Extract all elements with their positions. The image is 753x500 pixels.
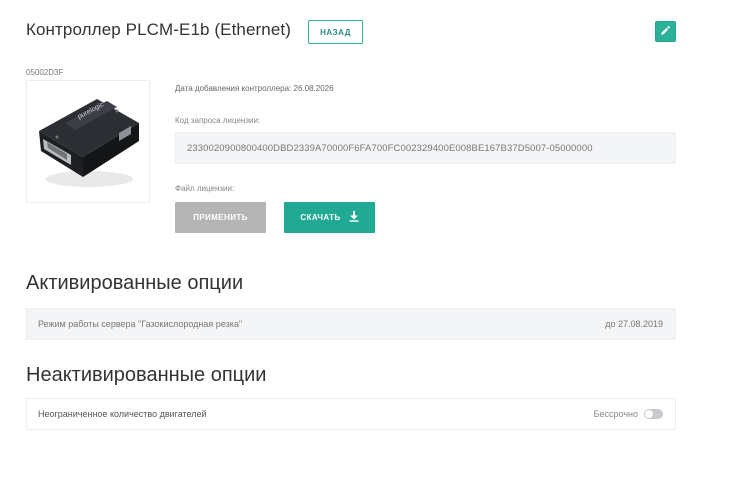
toggle-knob bbox=[645, 410, 653, 418]
option-name: Неограниченное количество двигателей bbox=[38, 409, 207, 419]
option-name: Режим работы сервера "Газокислородная ре… bbox=[38, 319, 243, 329]
option-toggle[interactable] bbox=[644, 409, 663, 419]
edit-button[interactable] bbox=[655, 21, 676, 42]
license-file-label: Файл лицензии: bbox=[175, 184, 235, 193]
license-request-label: Код запроса лицензии: bbox=[175, 116, 261, 125]
option-term: Бессрочно bbox=[593, 409, 638, 419]
apply-button[interactable]: ПРИМЕНИТЬ bbox=[175, 202, 266, 233]
inactivated-options-title: Неактивированные опции bbox=[26, 364, 267, 386]
download-button-label: СКАЧАТЬ bbox=[300, 213, 341, 222]
page-title: Контроллер PLCM-E1b (Ethernet) bbox=[26, 20, 291, 39]
inactivated-option-row: Неограниченное количество двигателей Бес… bbox=[26, 398, 676, 430]
device-serial: 05002D3F bbox=[26, 68, 64, 77]
download-button[interactable]: СКАЧАТЬ bbox=[284, 202, 375, 233]
license-request-code-field[interactable]: 2330020900800400DBD2339A70000F6FA700FC00… bbox=[175, 132, 676, 164]
download-icon bbox=[349, 211, 359, 224]
activated-options-title: Активированные опции bbox=[26, 272, 244, 294]
pencil-icon bbox=[660, 23, 671, 41]
back-button[interactable]: НАЗАД bbox=[308, 20, 363, 44]
device-image: purelogic bbox=[26, 80, 150, 203]
activated-option-row: Режим работы сервера "Газокислородная ре… bbox=[26, 308, 676, 340]
added-date: Дата добавления контроллера: 26.08.2026 bbox=[175, 84, 334, 93]
option-expiry: до 27.08.2019 bbox=[605, 319, 663, 329]
option-term-group: Бессрочно bbox=[594, 409, 663, 419]
apply-button-label: ПРИМЕНИТЬ bbox=[193, 213, 248, 222]
